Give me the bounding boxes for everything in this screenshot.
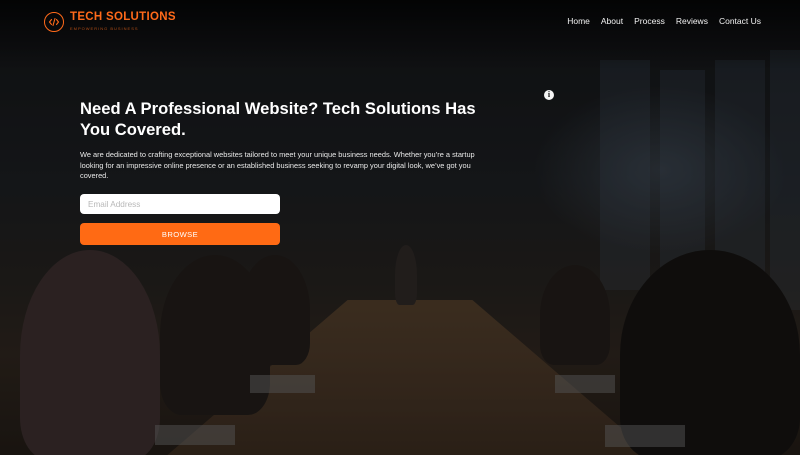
main-nav: Home About Process Reviews Contact Us xyxy=(567,16,761,26)
nav-contact-link[interactable]: Contact Us xyxy=(719,16,761,26)
hero-description: We are dedicated to crafting exceptional… xyxy=(80,150,475,181)
brand-name: TECH SOLUTIONS xyxy=(70,11,176,23)
nav-process-link[interactable]: Process xyxy=(634,16,665,26)
hero-title: Need A Professional Website? Tech Soluti… xyxy=(80,99,476,139)
nav-about-link[interactable]: About xyxy=(601,16,623,26)
brand-logo[interactable]: TECH SOLUTIONS EMPOWERING BUSINESS xyxy=(44,11,176,32)
code-brackets-icon xyxy=(44,11,64,32)
brand-tagline: EMPOWERING BUSINESS xyxy=(70,26,139,31)
site-header: TECH SOLUTIONS EMPOWERING BUSINESS Home … xyxy=(0,0,800,45)
nav-home-link[interactable]: Home xyxy=(567,16,590,26)
nav-reviews-link[interactable]: Reviews xyxy=(676,16,708,26)
browse-button[interactable]: BROWSE xyxy=(80,223,280,245)
brand-text: TECH SOLUTIONS EMPOWERING BUSINESS xyxy=(70,11,176,32)
email-input[interactable] xyxy=(80,194,280,214)
info-icon[interactable]: i xyxy=(544,90,554,100)
